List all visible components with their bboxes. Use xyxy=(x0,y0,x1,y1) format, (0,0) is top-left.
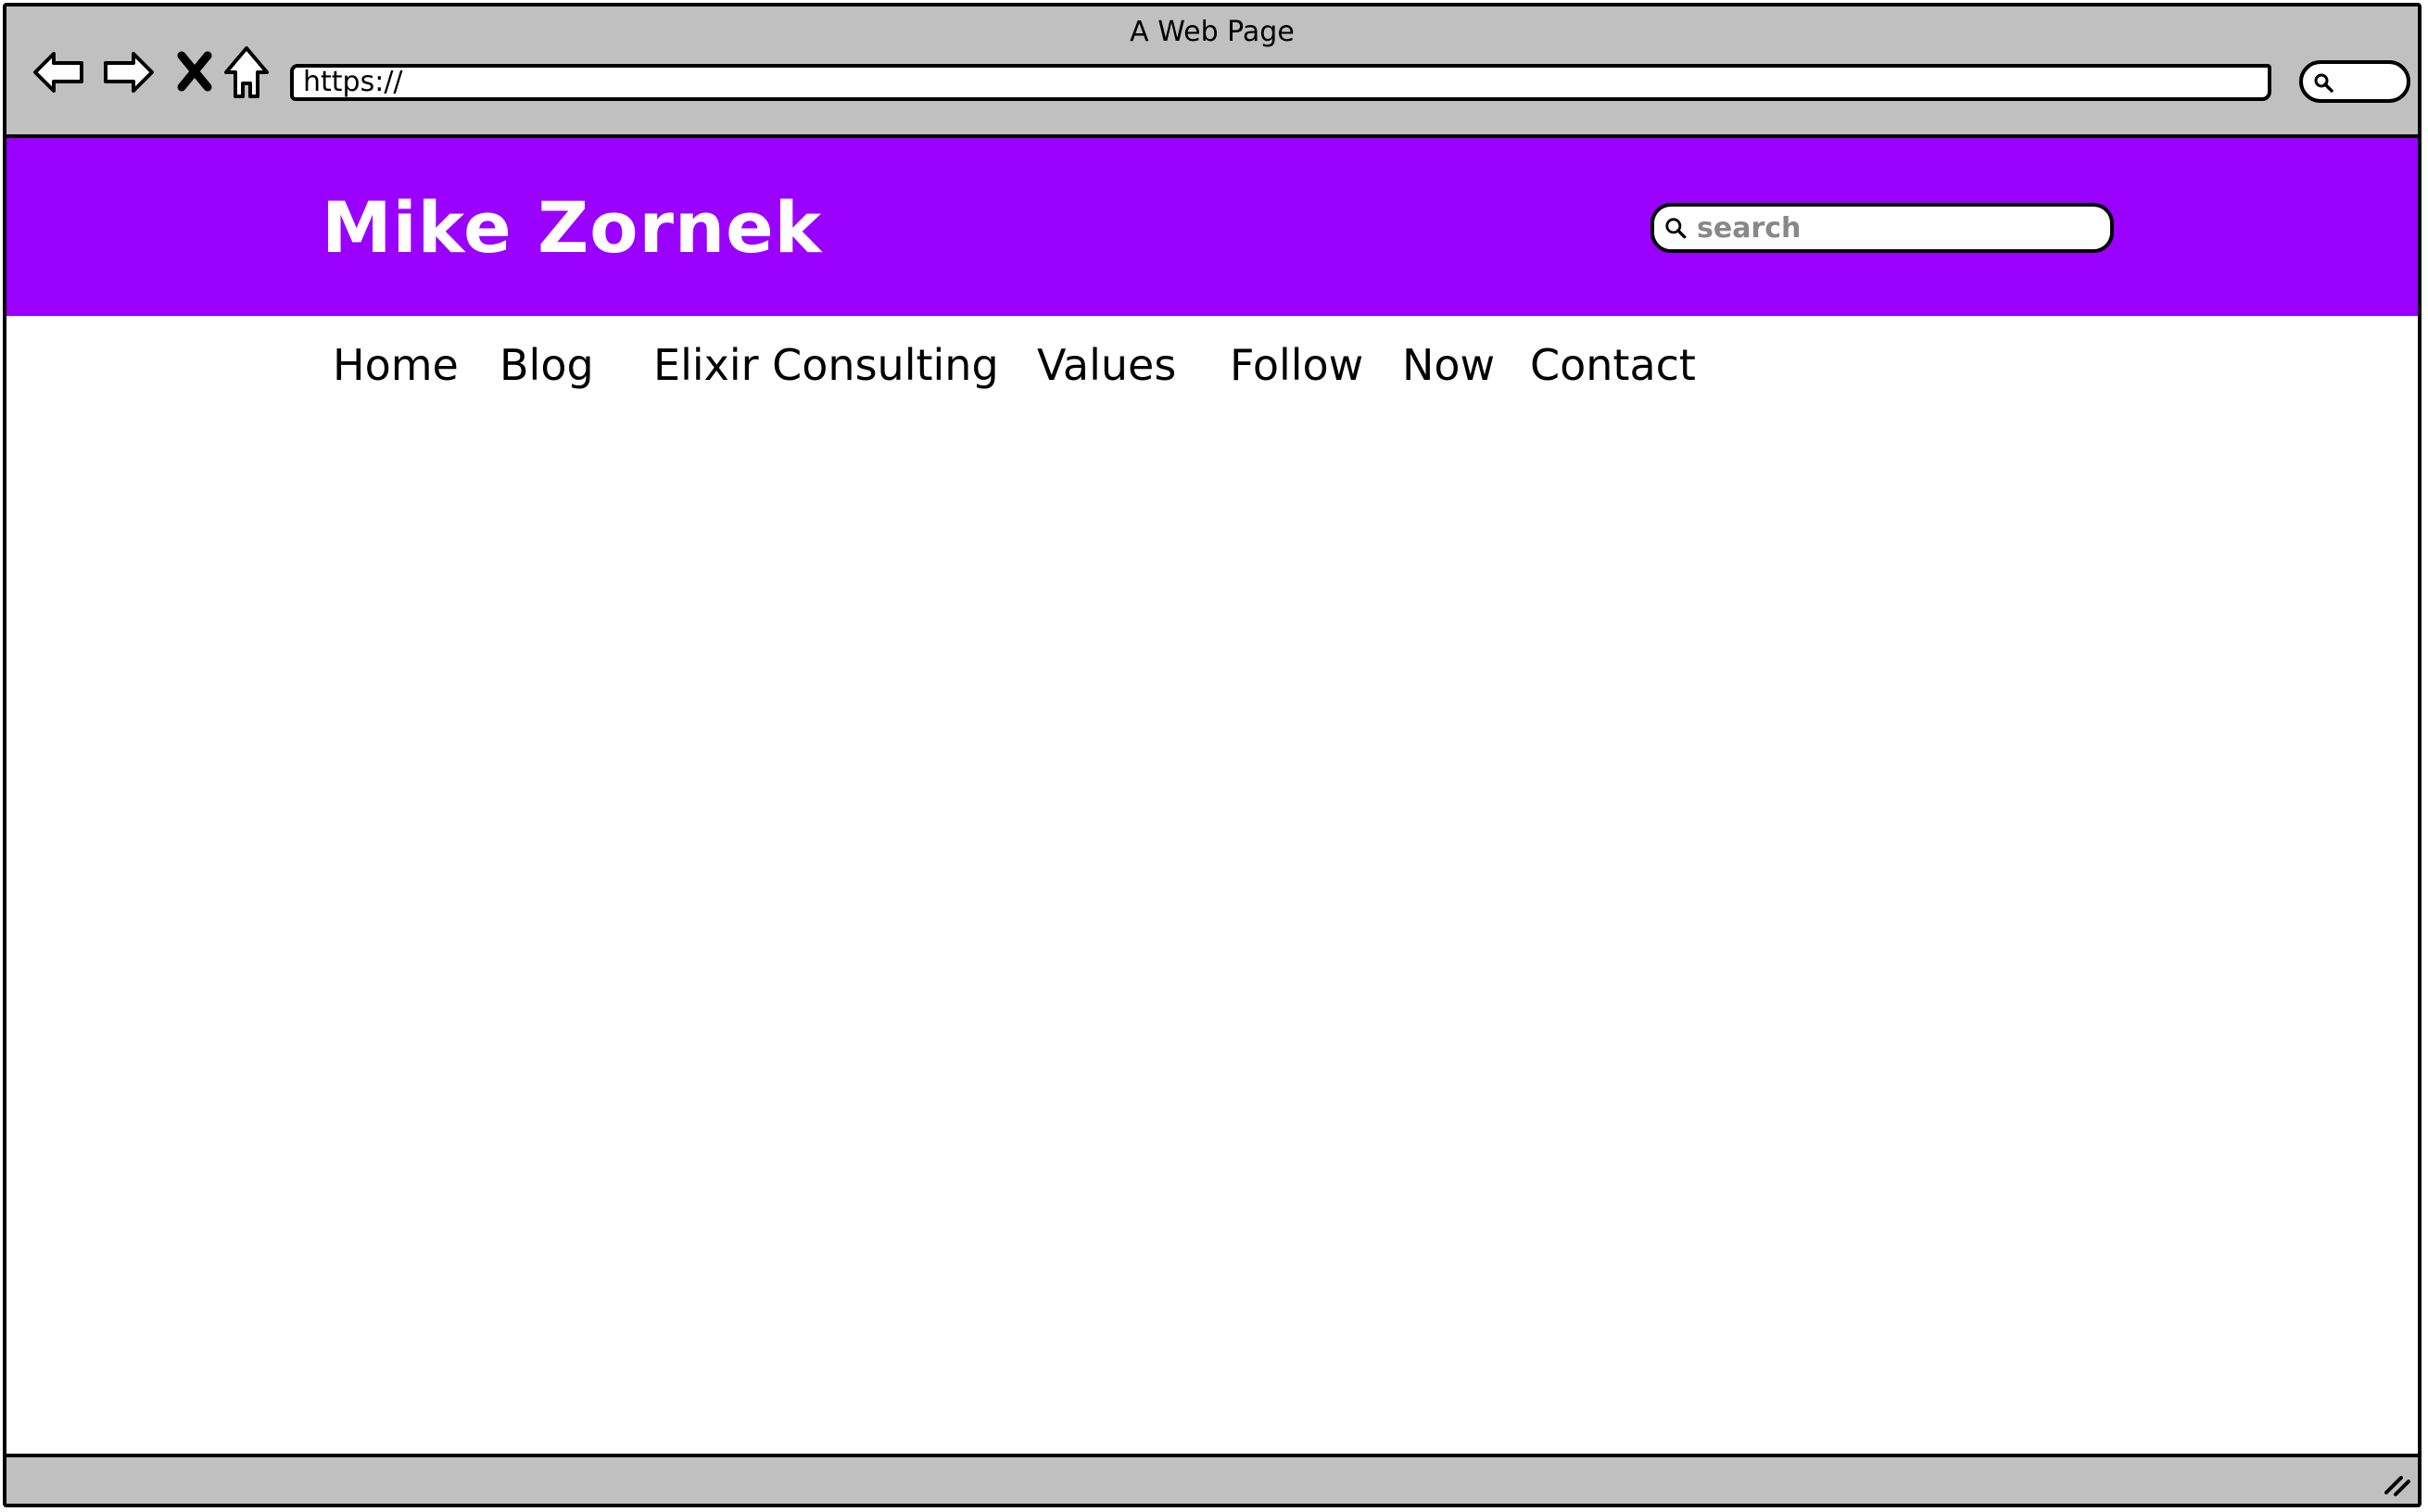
search-icon xyxy=(2314,73,2333,93)
forward-button[interactable] xyxy=(99,44,157,101)
browser-titlebar: A Web Page https:// xyxy=(6,6,2418,138)
browser-statusbar xyxy=(6,1454,2418,1504)
nav-link-now[interactable]: Now xyxy=(1402,340,1495,390)
home-button[interactable] xyxy=(218,44,275,101)
resize-grip-icon[interactable] xyxy=(2381,1467,2412,1498)
search-icon xyxy=(1665,218,1687,239)
arrow-left-icon xyxy=(33,52,83,93)
nav-link-blog[interactable]: Blog xyxy=(500,340,594,390)
nav-link-home[interactable]: Home xyxy=(333,340,459,390)
window-title: A Web Page xyxy=(1130,16,1295,48)
url-bar[interactable]: https:// xyxy=(290,64,2271,101)
close-icon xyxy=(177,51,212,92)
site-search-input[interactable] xyxy=(1695,210,2088,246)
site-nav: Home Blog Elixir Consulting Values Follo… xyxy=(6,340,2418,396)
home-icon xyxy=(224,46,269,98)
back-button[interactable] xyxy=(31,44,88,101)
browser-search-button[interactable] xyxy=(2299,60,2410,103)
nav-link-follow[interactable]: Follow xyxy=(1230,340,1363,390)
site-header: Mike Zornek xyxy=(6,138,2418,316)
nav-link-elixir-consulting[interactable]: Elixir Consulting xyxy=(653,340,999,390)
nav-link-contact[interactable]: Contact xyxy=(1530,340,1696,390)
browser-window: A Web Page https:// Mike Zornek search H… xyxy=(3,3,2422,1507)
stop-button[interactable] xyxy=(166,44,223,101)
nav-link-values[interactable]: Values xyxy=(1037,340,1176,390)
arrow-right-icon xyxy=(104,52,154,93)
site-search-box[interactable] xyxy=(1650,203,2114,253)
site-title[interactable]: Mike Zornek xyxy=(322,186,822,269)
